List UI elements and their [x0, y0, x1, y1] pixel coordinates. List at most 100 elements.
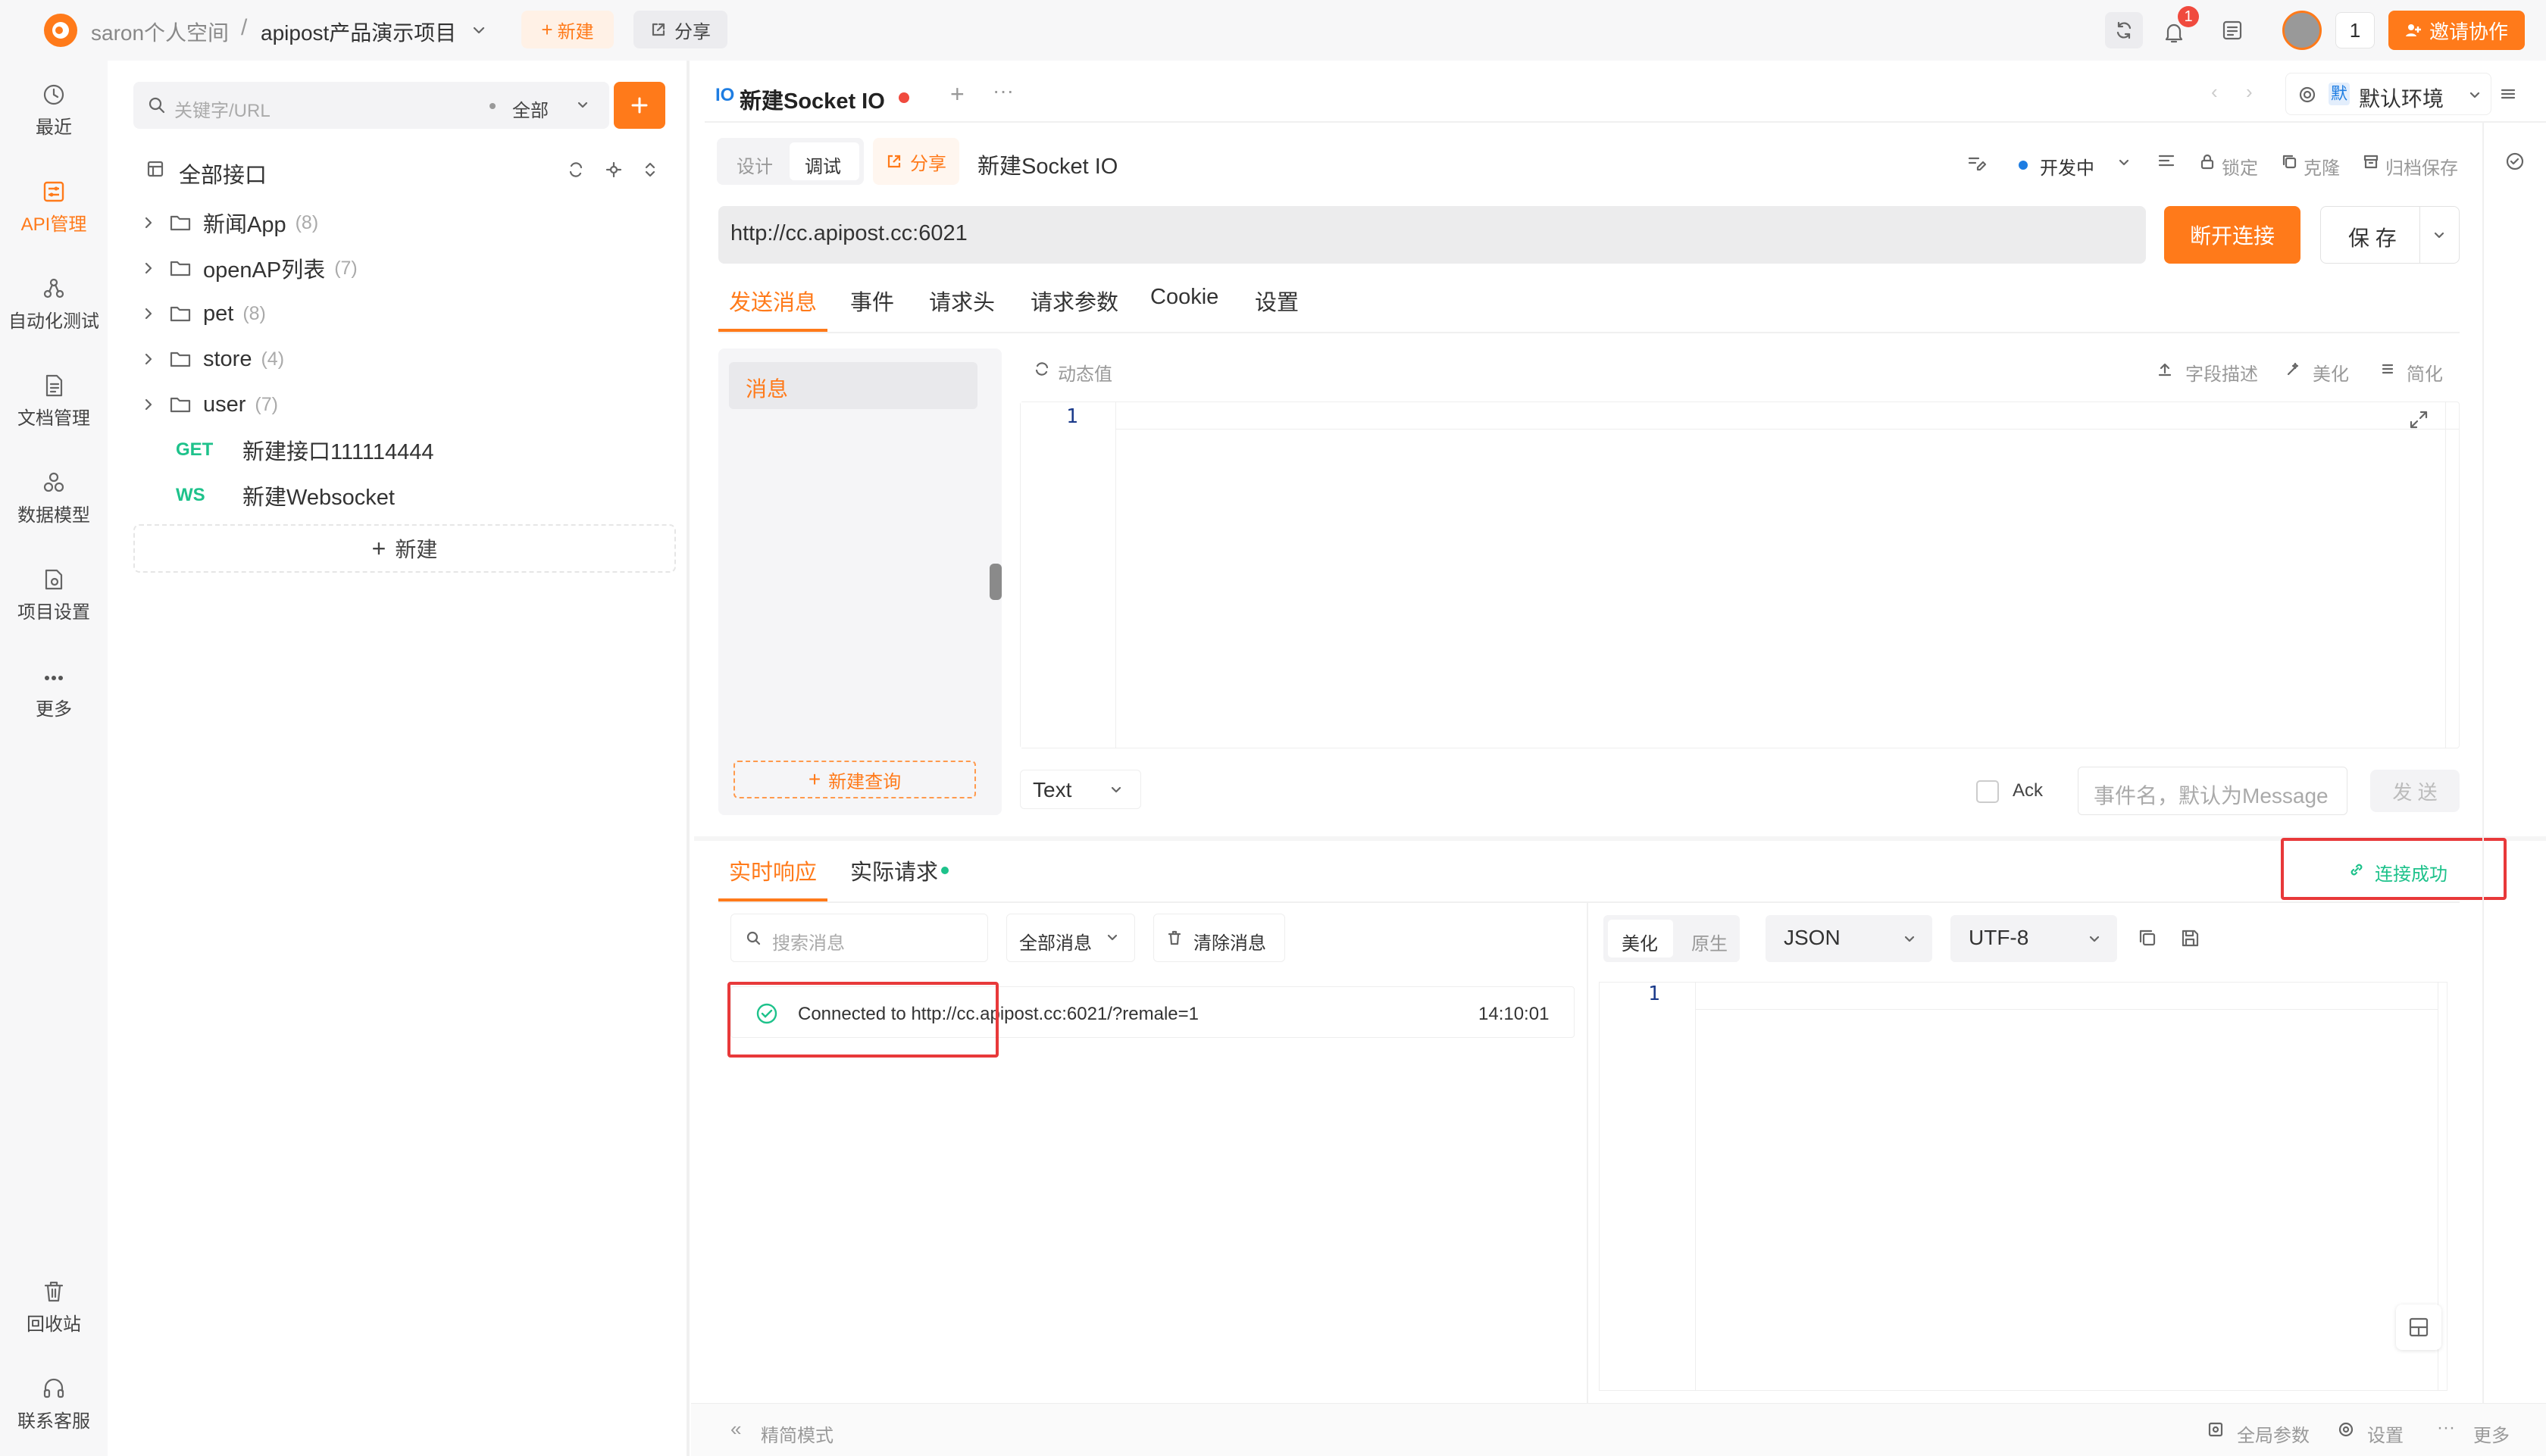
- nav-item-model[interactable]: 数据模型: [0, 470, 108, 526]
- chevron-right-icon[interactable]: [141, 397, 156, 412]
- save-icon[interactable]: [2179, 927, 2200, 948]
- message-search-input[interactable]: 搜索消息: [730, 914, 988, 962]
- clone-button[interactable]: 克隆: [2304, 153, 2340, 180]
- chevron-right-icon[interactable]: [141, 352, 156, 367]
- api-share-button[interactable]: 分享: [873, 138, 959, 185]
- panel-resize-handle[interactable]: [990, 564, 1002, 600]
- tab-actual-request[interactable]: 实际请求: [850, 855, 938, 886]
- sidebar-new-button[interactable]: + 新建: [133, 524, 676, 573]
- save-button[interactable]: 保 存: [2348, 222, 2397, 252]
- workspace-name[interactable]: saron个人空间: [91, 17, 229, 47]
- chevron-right-icon[interactable]: [141, 215, 156, 230]
- tab-more-icon[interactable]: ···: [993, 79, 1014, 103]
- event-name-input[interactable]: 事件名，默认为Message: [2078, 767, 2347, 815]
- message-item[interactable]: 消息: [729, 362, 977, 409]
- search-input[interactable]: 关键字/URL: [174, 95, 271, 122]
- message-filter-select[interactable]: 全部消息: [1006, 914, 1135, 962]
- send-button[interactable]: 发 送: [2370, 770, 2460, 812]
- sidebar-search[interactable]: 关键字/URL 全部: [133, 82, 609, 129]
- invite-button[interactable]: 邀请协作: [2388, 11, 2525, 50]
- editor-scrollbar[interactable]: [2445, 402, 2459, 748]
- mode-debug[interactable]: 调试: [790, 142, 859, 180]
- api-name-field[interactable]: 新建Socket IO: [977, 148, 1118, 180]
- avatar[interactable]: [2282, 11, 2322, 50]
- chevron-left-icon[interactable]: ‹: [2211, 80, 2218, 104]
- chevron-down-icon[interactable]: [576, 98, 590, 112]
- message-editor[interactable]: 1: [1020, 401, 2460, 748]
- chevrons-left-icon[interactable]: «: [730, 1417, 741, 1441]
- locate-icon[interactable]: [605, 161, 623, 179]
- menu-icon[interactable]: [2498, 83, 2519, 105]
- response-splitter[interactable]: [1587, 903, 1588, 1403]
- ack-checkbox[interactable]: [1976, 780, 1999, 803]
- filter-select[interactable]: 全部: [512, 95, 549, 122]
- clear-messages-button[interactable]: 清除消息: [1153, 914, 1285, 962]
- env-select[interactable]: 默 默认环境: [2285, 73, 2491, 115]
- chevron-right-icon[interactable]: [141, 261, 156, 276]
- tree-folder-pet[interactable]: pet (8): [141, 292, 266, 335]
- tree-folder-news[interactable]: 新闻App (8): [141, 202, 318, 244]
- tree-api-get[interactable]: GET 新建接口111114444: [176, 429, 434, 471]
- lock-button[interactable]: 锁定: [2222, 153, 2258, 180]
- view-raw[interactable]: 原生: [1691, 929, 1728, 955]
- nav-item-automation[interactable]: 自动化测试: [0, 276, 108, 333]
- response-body-editor[interactable]: 1: [1599, 982, 2447, 1391]
- share-button[interactable]: 分享: [633, 11, 727, 48]
- nav-item-support[interactable]: 联系客服: [0, 1376, 108, 1433]
- panel-divider[interactable]: [694, 836, 2546, 841]
- chevron-right-icon[interactable]: [141, 306, 156, 321]
- tab-params[interactable]: 请求参数: [1031, 285, 1118, 317]
- tree-folder-store[interactable]: store (4): [141, 338, 284, 380]
- tree-folder-openap[interactable]: openAP列表 (7): [141, 247, 358, 289]
- format-select[interactable]: JSON: [1766, 915, 1932, 962]
- tab-cookie[interactable]: Cookie: [1150, 285, 1218, 310]
- more-button[interactable]: 更多: [2473, 1420, 2510, 1447]
- encoding-select[interactable]: UTF-8: [1950, 915, 2117, 962]
- new-query-button[interactable]: + 新建查询: [733, 761, 976, 798]
- nav-item-docs[interactable]: 文档管理: [0, 373, 108, 430]
- tab-headers[interactable]: 请求头: [929, 285, 995, 317]
- simple-mode-button[interactable]: 精简模式: [761, 1420, 834, 1447]
- url-input[interactable]: http://cc.apipost.cc:6021: [718, 206, 2146, 264]
- tab-events[interactable]: 事件: [850, 285, 894, 317]
- view-beautify[interactable]: 美化: [1608, 920, 1673, 958]
- notification-button[interactable]: 1: [2161, 6, 2199, 45]
- tab-send-message[interactable]: 发送消息: [729, 285, 817, 317]
- nav-item-recent[interactable]: 最近: [0, 82, 108, 139]
- chevron-down-icon[interactable]: [2432, 228, 2447, 243]
- sync-button[interactable]: [2105, 12, 2143, 48]
- message-icon[interactable]: [2220, 18, 2244, 42]
- message-type-select[interactable]: Text: [1020, 770, 1141, 809]
- tree-api-ws[interactable]: WS 新建Websocket: [176, 474, 395, 517]
- dynamic-value-button[interactable]: 动态值: [1058, 359, 1112, 386]
- settings-button[interactable]: 设置: [2367, 1420, 2404, 1447]
- copy-icon[interactable]: [2137, 927, 2158, 948]
- new-button[interactable]: + 新建: [521, 11, 614, 48]
- refresh-icon[interactable]: [567, 161, 585, 179]
- mode-design[interactable]: 设计: [737, 152, 773, 178]
- nav-item-project-settings[interactable]: 项目设置: [0, 567, 108, 623]
- layout-toggle-button[interactable]: [2396, 1304, 2441, 1350]
- archive-button[interactable]: 归档保存: [2385, 153, 2458, 180]
- disconnect-button[interactable]: 断开连接: [2164, 206, 2300, 264]
- collapse-icon[interactable]: [641, 161, 659, 179]
- nav-item-more[interactable]: 更多: [0, 667, 108, 720]
- status-select[interactable]: 开发中: [2040, 153, 2094, 180]
- chevron-down-icon[interactable]: [471, 23, 486, 38]
- beautify-button[interactable]: 美化: [2313, 359, 2349, 386]
- field-desc-button[interactable]: 字段描述: [2185, 359, 2258, 386]
- tab-realtime-response[interactable]: 实时响应: [729, 855, 817, 886]
- simplify-button[interactable]: 简化: [2407, 359, 2443, 386]
- tab-settings[interactable]: 设置: [1255, 285, 1299, 317]
- tree-folder-user[interactable]: user (7): [141, 383, 278, 426]
- nav-item-trash[interactable]: 回收站: [0, 1279, 108, 1336]
- check-circle-icon[interactable]: [2505, 152, 2525, 171]
- add-api-button[interactable]: [614, 82, 665, 129]
- edit-icon[interactable]: [1966, 152, 1987, 173]
- tab-socket-io[interactable]: IO 新建Socket IO: [705, 73, 940, 120]
- nav-item-api[interactable]: API管理: [0, 179, 108, 236]
- root-folder-label[interactable]: 全部接口: [179, 158, 267, 189]
- chevron-right-icon[interactable]: ›: [2246, 80, 2253, 104]
- global-params-button[interactable]: 全局参数: [2237, 1420, 2310, 1447]
- add-tab-button[interactable]: +: [950, 80, 965, 108]
